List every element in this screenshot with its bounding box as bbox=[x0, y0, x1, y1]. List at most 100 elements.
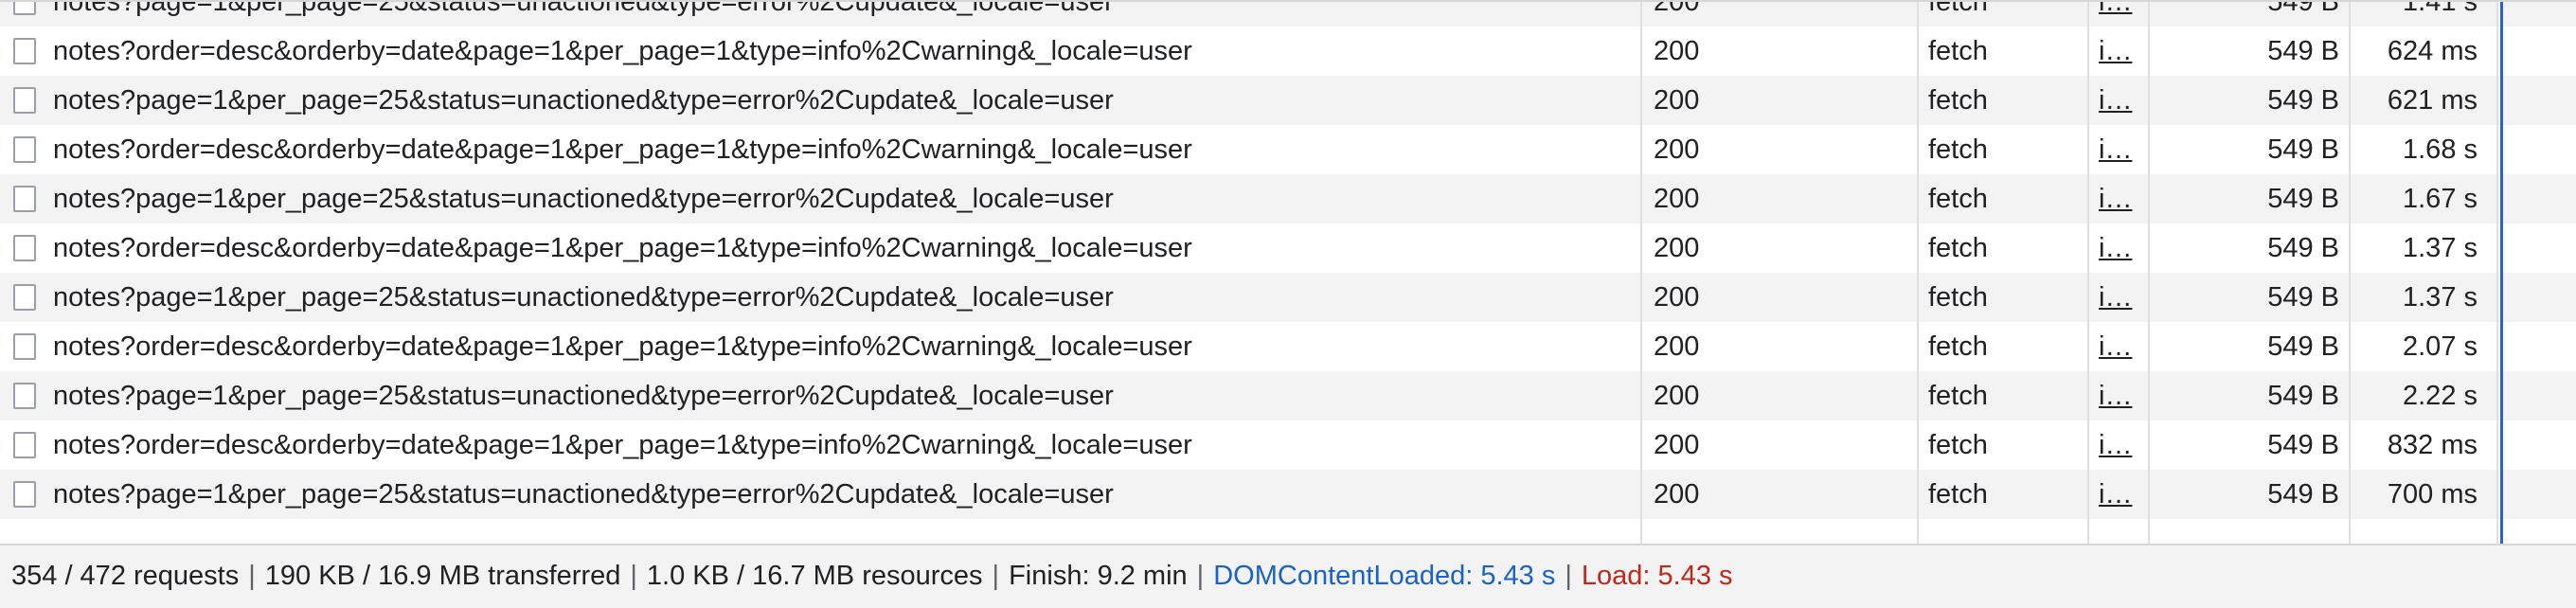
request-checkbox-cell[interactable] bbox=[13, 470, 40, 519]
initiator-link[interactable]: i… bbox=[2099, 430, 2132, 460]
request-name[interactable]: notes?page=1&per_page=25&status=unaction… bbox=[53, 76, 1635, 125]
initiator-link[interactable]: i… bbox=[2099, 331, 2132, 362]
request-checkbox[interactable] bbox=[13, 481, 36, 508]
request-row[interactable]: notes?order=desc&orderby=date&page=1&per… bbox=[0, 420, 2576, 470]
request-size: 549 B bbox=[2267, 85, 2339, 116]
request-checkbox[interactable] bbox=[13, 87, 36, 114]
request-checkbox-cell[interactable] bbox=[13, 174, 40, 224]
request-time: 1.37 s bbox=[2403, 233, 2478, 263]
request-checkbox[interactable] bbox=[13, 136, 36, 163]
resources-size: 1.0 KB / 16.7 MB resources bbox=[646, 561, 983, 591]
request-initiator[interactable]: i… bbox=[2099, 27, 2144, 76]
request-name[interactable]: notes?order=desc&orderby=date&page=1&per… bbox=[53, 224, 1635, 273]
request-row[interactable]: notes?order=desc&orderby=date&page=1&per… bbox=[0, 322, 2576, 371]
table-header-border bbox=[0, 0, 2576, 2]
transferred-size: 190 KB / 16.9 MB transferred bbox=[264, 561, 621, 591]
column-divider bbox=[2148, 0, 2150, 544]
request-checkbox[interactable] bbox=[13, 0, 36, 15]
initiator-link[interactable]: i… bbox=[2099, 381, 2132, 411]
request-status: 200 bbox=[1654, 0, 1700, 17]
request-type: fetch bbox=[1928, 381, 1988, 411]
request-name[interactable]: notes?order=desc&orderby=date&page=1&per… bbox=[53, 27, 1635, 76]
initiator-link[interactable]: i… bbox=[2099, 134, 2132, 165]
request-size: 549 B bbox=[2267, 184, 2339, 214]
request-status: 200 bbox=[1654, 134, 1700, 165]
separator: | bbox=[630, 561, 637, 591]
request-name[interactable]: notes?page=1&per_page=25&status=unaction… bbox=[53, 371, 1635, 420]
request-type: fetch bbox=[1928, 36, 1988, 66]
request-size: 549 B bbox=[2267, 36, 2339, 66]
waterfall-load-marker bbox=[2500, 0, 2503, 544]
request-status: 200 bbox=[1654, 381, 1700, 411]
request-row[interactable]: notes?order=desc&orderby=date&page=1&per… bbox=[0, 125, 2576, 174]
request-size: 549 B bbox=[2267, 430, 2339, 460]
request-status: 200 bbox=[1654, 233, 1700, 263]
request-initiator[interactable]: i… bbox=[2099, 76, 2144, 125]
request-checkbox-cell[interactable] bbox=[13, 322, 40, 371]
request-checkbox-cell[interactable] bbox=[13, 27, 40, 76]
request-checkbox-cell[interactable] bbox=[13, 76, 40, 125]
request-row[interactable]: notes?page=1&per_page=25&status=unaction… bbox=[0, 273, 2576, 322]
request-name[interactable]: notes?page=1&per_page=25&status=unaction… bbox=[53, 273, 1635, 322]
request-initiator[interactable]: i… bbox=[2099, 0, 2144, 27]
request-initiator[interactable]: i… bbox=[2099, 470, 2144, 519]
column-divider bbox=[2496, 0, 2498, 544]
finish-time: Finish: 9.2 min bbox=[1009, 561, 1188, 591]
request-checkbox[interactable] bbox=[13, 38, 36, 64]
request-initiator[interactable]: i… bbox=[2099, 273, 2144, 322]
separator: | bbox=[248, 561, 256, 591]
request-initiator[interactable]: i… bbox=[2099, 322, 2144, 371]
request-initiator[interactable]: i… bbox=[2099, 224, 2144, 273]
network-panel: notes?page=1&per_page=25&status=unaction… bbox=[0, 0, 2576, 608]
request-checkbox-cell[interactable] bbox=[13, 371, 40, 420]
request-status: 200 bbox=[1654, 282, 1700, 313]
request-name[interactable]: notes?order=desc&orderby=date&page=1&per… bbox=[53, 125, 1635, 174]
request-checkbox[interactable] bbox=[13, 284, 36, 311]
request-name[interactable]: notes?page=1&per_page=25&status=unaction… bbox=[53, 470, 1635, 519]
request-row[interactable]: notes?page=1&per_page=25&status=unaction… bbox=[0, 470, 2576, 519]
request-row[interactable]: notes?page=1&per_page=25&status=unaction… bbox=[0, 174, 2576, 224]
request-checkbox[interactable] bbox=[13, 432, 36, 458]
request-checkbox[interactable] bbox=[13, 235, 36, 261]
request-checkbox-cell[interactable] bbox=[13, 420, 40, 470]
request-name[interactable]: notes?page=1&per_page=25&status=unaction… bbox=[53, 0, 1635, 27]
request-time: 1.67 s bbox=[2403, 184, 2478, 214]
request-initiator[interactable]: i… bbox=[2099, 125, 2144, 174]
request-initiator[interactable]: i… bbox=[2099, 371, 2144, 420]
request-name[interactable]: notes?page=1&per_page=25&status=unaction… bbox=[53, 174, 1635, 224]
separator: | bbox=[992, 561, 1000, 591]
status-bar: 354 / 472 requests | 190 KB / 16.9 MB tran… bbox=[0, 544, 2576, 608]
request-status: 200 bbox=[1654, 85, 1700, 116]
request-time: 2.07 s bbox=[2403, 331, 2478, 362]
initiator-link[interactable]: i… bbox=[2099, 479, 2132, 510]
initiator-link[interactable]: i… bbox=[2099, 184, 2132, 214]
separator: | bbox=[1565, 561, 1572, 591]
request-checkbox-cell[interactable] bbox=[13, 273, 40, 322]
request-name[interactable]: notes?order=desc&orderby=date&page=1&per… bbox=[53, 420, 1635, 470]
request-row[interactable]: notes?order=desc&orderby=date&page=1&per… bbox=[0, 224, 2576, 273]
request-time: 624 ms bbox=[2387, 36, 2478, 66]
initiator-link[interactable]: i… bbox=[2099, 85, 2132, 116]
request-checkbox[interactable] bbox=[13, 186, 36, 212]
initiator-link[interactable]: i… bbox=[2099, 0, 2132, 17]
request-checkbox-cell[interactable] bbox=[13, 224, 40, 273]
request-row[interactable]: notes?page=1&per_page=25&status=unaction… bbox=[0, 76, 2576, 125]
request-checkbox[interactable] bbox=[13, 383, 36, 409]
request-type: fetch bbox=[1928, 479, 1988, 510]
request-type: fetch bbox=[1928, 233, 1988, 263]
request-row[interactable]: notes?page=1&per_page=25&status=unaction… bbox=[0, 0, 2576, 27]
request-checkbox[interactable] bbox=[13, 333, 36, 360]
request-row[interactable]: notes?order=desc&orderby=date&page=1&per… bbox=[0, 27, 2576, 76]
initiator-link[interactable]: i… bbox=[2099, 36, 2132, 66]
initiator-link[interactable]: i… bbox=[2099, 233, 2132, 263]
request-checkbox-cell[interactable] bbox=[13, 125, 40, 174]
initiator-link[interactable]: i… bbox=[2099, 282, 2132, 313]
column-divider bbox=[2087, 0, 2089, 544]
request-initiator[interactable]: i… bbox=[2099, 174, 2144, 224]
request-time: 2.22 s bbox=[2403, 381, 2478, 411]
request-checkbox-cell[interactable] bbox=[13, 0, 40, 27]
request-initiator[interactable]: i… bbox=[2099, 420, 2144, 470]
request-row[interactable]: notes?page=1&per_page=25&status=unaction… bbox=[0, 371, 2576, 420]
dom-content-loaded-time: DOMContentLoaded: 5.43 s bbox=[1213, 561, 1556, 591]
request-name[interactable]: notes?order=desc&orderby=date&page=1&per… bbox=[53, 322, 1635, 371]
